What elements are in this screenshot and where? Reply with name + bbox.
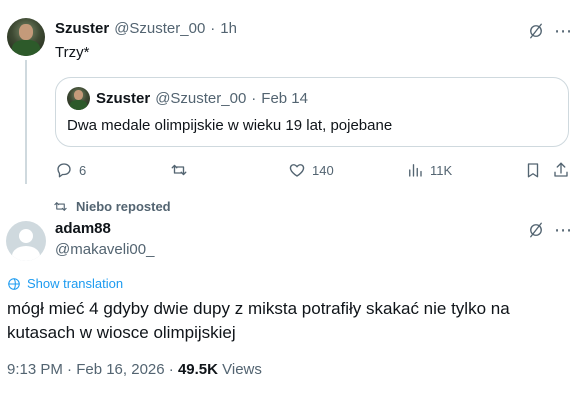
bookmark-button[interactable] bbox=[524, 161, 542, 179]
repost-label: Niebo reposted bbox=[76, 199, 171, 214]
avatar-face bbox=[19, 24, 33, 40]
views-count: 11K bbox=[430, 162, 453, 178]
quoted-author-handle: @Szuster_00 bbox=[155, 90, 247, 107]
main-author-avatar[interactable] bbox=[6, 221, 46, 261]
author-name[interactable]: Szuster bbox=[55, 20, 109, 37]
main-post-text-line-1: mógł mieć 4 gdyby dwie dupy z miksta pot… bbox=[7, 299, 510, 318]
reply-button[interactable]: 6 bbox=[55, 161, 86, 179]
thread-connector-line bbox=[25, 60, 27, 184]
quoted-tweet-header: Szuster @Szuster_00 · Feb 14 bbox=[96, 90, 308, 107]
repost-icon bbox=[171, 164, 187, 176]
main-author-name[interactable]: adam88 bbox=[55, 220, 111, 237]
post-views-count: 49.5K bbox=[177, 361, 218, 378]
tweet-text: Trzy* bbox=[55, 44, 90, 61]
quoted-author-name: Szuster bbox=[96, 90, 151, 107]
repost-button[interactable] bbox=[170, 161, 194, 179]
avatar-body bbox=[12, 40, 40, 56]
quoted-tweet-text: Dwa medale olimpijskie w wieku 19 lat, p… bbox=[67, 117, 393, 134]
like-count: 140 bbox=[312, 162, 334, 178]
share-icon bbox=[554, 162, 568, 177]
author-avatar[interactable] bbox=[7, 18, 45, 56]
views-button[interactable]: 11K bbox=[406, 161, 452, 179]
author-handle[interactable]: @Szuster_00 bbox=[114, 20, 205, 37]
post-meta: 9:13 PM · Feb 16, 2026 · 49.5K Views bbox=[7, 361, 262, 378]
repost-indicator[interactable]: Niebo reposted bbox=[53, 199, 171, 214]
avatar-face bbox=[74, 90, 83, 100]
globe-icon bbox=[8, 277, 20, 290]
tweet-header: Szuster @Szuster_00 · 1h bbox=[55, 20, 237, 37]
more-options-icon[interactable]: ⋯ bbox=[554, 21, 571, 42]
post-views-label: Views bbox=[222, 361, 262, 378]
avatar-shoulders bbox=[12, 246, 40, 261]
grok-icon[interactable] bbox=[527, 22, 545, 45]
separator-dot: · bbox=[251, 90, 257, 107]
quoted-author-avatar bbox=[67, 87, 90, 110]
quoted-tweet-card[interactable] bbox=[55, 77, 569, 147]
post-time[interactable]: 1h bbox=[220, 20, 237, 37]
separator-dot: · bbox=[210, 20, 216, 37]
main-author-handle[interactable]: @makaveli00_ bbox=[55, 241, 154, 258]
share-button[interactable] bbox=[552, 161, 570, 179]
avatar-body bbox=[70, 100, 87, 110]
grok-icon[interactable] bbox=[527, 221, 545, 244]
reply-count: 6 bbox=[79, 162, 87, 178]
heart-icon bbox=[289, 164, 305, 177]
main-post-text: mógł mieć 4 gdyby dwie dupy z miksta pot… bbox=[7, 297, 562, 345]
avatar-head bbox=[19, 229, 33, 243]
bookmark-icon bbox=[527, 163, 539, 178]
post-timestamp[interactable]: 9:13 PM · Feb 16, 2026 · bbox=[7, 361, 174, 378]
reply-icon bbox=[57, 163, 71, 178]
main-post-text-line-2: kutasach w wiosce olimpijskiej bbox=[7, 323, 236, 342]
like-button[interactable]: 140 bbox=[288, 161, 334, 179]
repost-icon bbox=[54, 202, 67, 211]
quoted-post-date: Feb 14 bbox=[261, 90, 308, 107]
show-translation-label[interactable]: Show translation bbox=[27, 276, 123, 291]
show-translation-link[interactable]: Show translation bbox=[7, 276, 123, 291]
more-options-icon[interactable]: ⋯ bbox=[554, 220, 571, 241]
views-icon bbox=[409, 164, 422, 177]
